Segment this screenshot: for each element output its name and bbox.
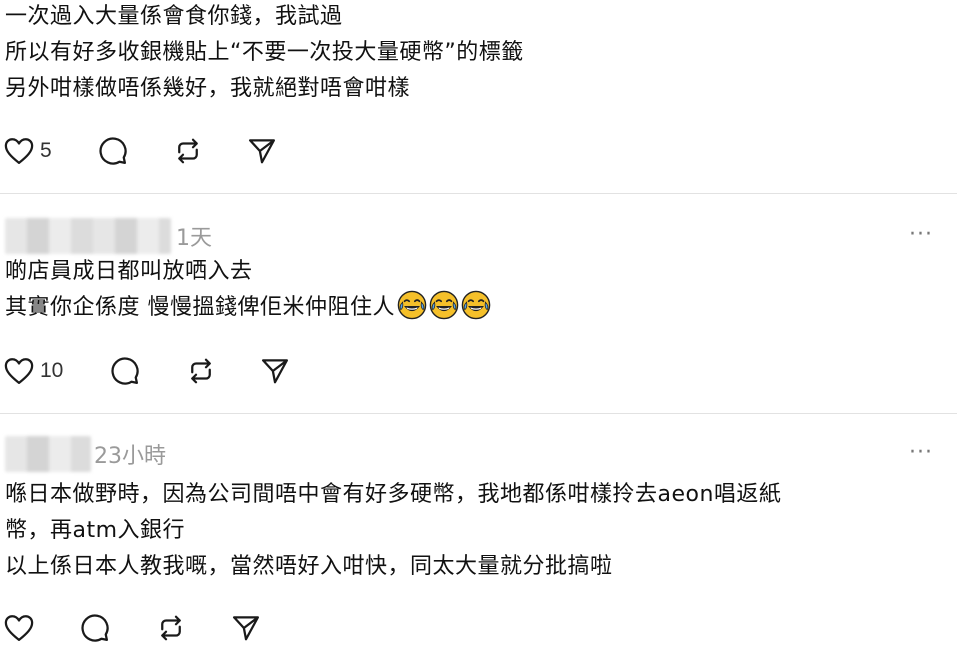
post-3-share-button[interactable] — [231, 612, 261, 644]
post-2-line-1: 啲店員成日都叫放哂入去 — [5, 259, 253, 284]
post-2-repost-button[interactable] — [186, 355, 216, 387]
heart-icon — [4, 614, 34, 642]
post-3-reply-button[interactable] — [80, 612, 110, 644]
post-2-header: 1天 ··· — [0, 216, 957, 256]
repost-icon — [186, 356, 216, 386]
post-1: 一次過入大量係會食你錢，我試過 所以有好多收銀機貼上“不要一次投大量硬幣”的標籤… — [0, 0, 957, 192]
heart-icon — [4, 137, 34, 165]
post-3-line-2: 幣，再atm入銀行 — [5, 518, 186, 543]
post-2-actions: 10 — [0, 355, 400, 387]
heart-icon — [4, 357, 34, 385]
face-with-tears-of-joy-icon — [429, 290, 459, 320]
repost-icon — [156, 613, 186, 643]
face-with-tears-of-joy-icon — [397, 290, 427, 320]
post-2-line-2: 其實你企係度 慢慢搵錢俾佢米仲阻住人 — [5, 295, 395, 320]
post-1-line-1: 一次過入大量係會食你錢，我試過 — [5, 4, 343, 29]
author-name-blurred[interactable] — [5, 218, 171, 254]
post-3-body: 喺日本做野時，因為公司間唔中會有好多硬幣，我地都係咁樣拎去aeon唱返紙 幣，再… — [5, 477, 781, 585]
post-3-more-button[interactable]: ··· — [909, 440, 933, 465]
post-3-line-3: 以上係日本人教我嘅，當然唔好入咁快，同太大量就分批搞啦 — [5, 554, 613, 579]
post-3: 23小時 ··· 喺日本做野時，因為公司間唔中會有好多硬幣，我地都係咁樣拎去ae… — [0, 414, 957, 662]
post-2-like-count: 10 — [40, 359, 64, 382]
post-2-timestamp: 1天 — [176, 226, 212, 251]
post-3-header: 23小時 ··· — [0, 434, 957, 474]
post-2-share-button[interactable] — [260, 355, 290, 387]
post-1-share-button[interactable] — [247, 135, 277, 167]
post-1-like-button[interactable]: 5 — [4, 135, 52, 167]
post-1-repost-button[interactable] — [173, 135, 203, 167]
comment-icon — [98, 136, 128, 166]
post-2-reply-button[interactable] — [110, 355, 140, 387]
post-3-like-button[interactable] — [4, 612, 40, 644]
post-2-more-button[interactable]: ··· — [909, 222, 933, 247]
comment-icon — [110, 356, 140, 386]
post-2-line-2-wrap: 其實你企係度 慢慢搵錢俾佢米仲阻住人 — [5, 290, 491, 326]
send-icon — [231, 613, 261, 643]
post-1-reply-button[interactable] — [98, 135, 128, 167]
face-with-tears-of-joy-icon — [461, 290, 491, 320]
post-3-line-1: 喺日本做野時，因為公司間唔中會有好多硬幣，我地都係咁樣拎去aeon唱返紙 — [5, 482, 782, 507]
post-1-body: 一次過入大量係會食你錢，我試過 所以有好多收銀機貼上“不要一次投大量硬幣”的標籤… — [5, 0, 524, 107]
author-name-blurred[interactable] — [5, 436, 91, 472]
post-3-repost-button[interactable] — [156, 612, 186, 644]
repost-icon — [173, 136, 203, 166]
post-2-body: 啲店員成日都叫放哂入去 其實你企係度 慢慢搵錢俾佢米仲阻住人 — [5, 254, 491, 326]
post-2-like-button[interactable]: 10 — [4, 355, 63, 387]
send-icon — [260, 356, 290, 386]
post-1-line-2: 所以有好多收銀機貼上“不要一次投大量硬幣”的標籤 — [5, 40, 524, 65]
post-3-timestamp: 23小時 — [94, 444, 166, 469]
send-icon — [247, 136, 277, 166]
post-2: 1天 ··· 啲店員成日都叫放哂入去 其實你企係度 慢慢搵錢俾佢米仲阻住人 10 — [0, 194, 957, 414]
post-1-like-count: 5 — [40, 139, 52, 162]
comment-icon — [80, 613, 110, 643]
post-1-actions: 5 — [0, 135, 400, 167]
post-1-line-3: 另外咁樣做唔係幾好，我就絕對唔會咁樣 — [5, 76, 411, 101]
post-3-actions — [0, 612, 400, 644]
